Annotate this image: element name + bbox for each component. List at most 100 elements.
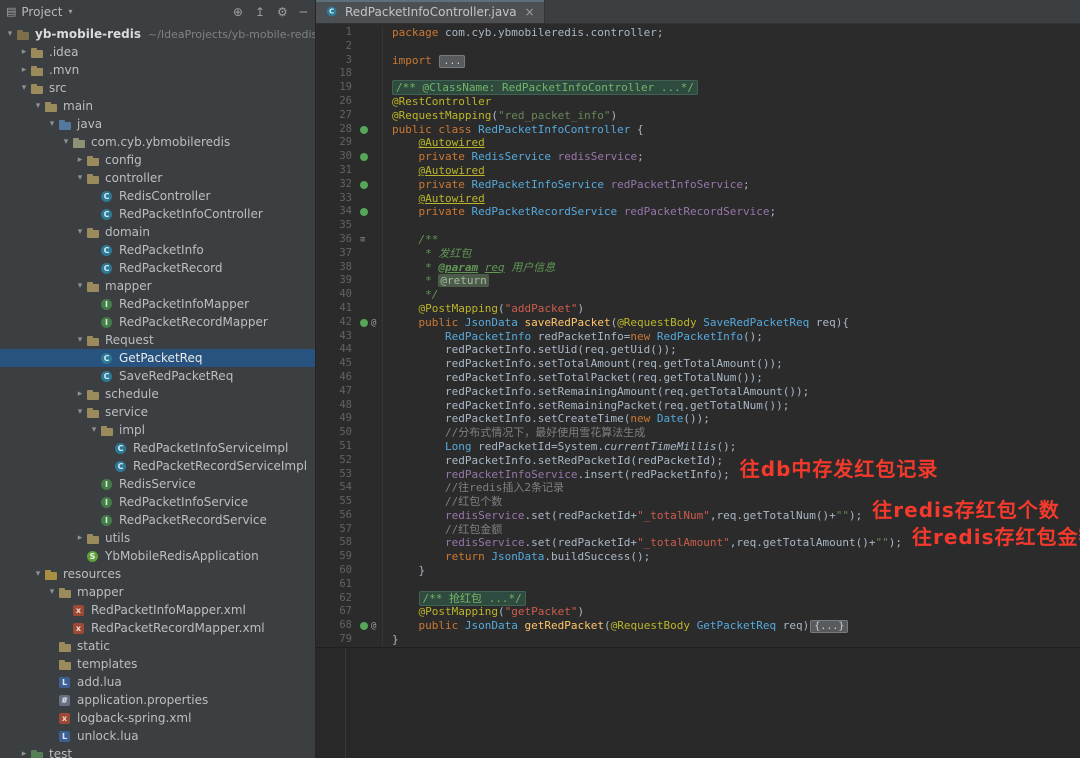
chevron-down-icon[interactable]: ▾ (74, 227, 86, 237)
tree-item-yb-mobile-redis[interactable]: ▾yb-mobile-redis~/IdeaProjects/yb-mobile… (0, 25, 315, 43)
chevron-down-icon[interactable]: ▾ (46, 119, 58, 129)
editor-line-39[interactable]: 39 * @return (316, 274, 1080, 288)
chevron-right-icon[interactable]: ▸ (18, 749, 30, 758)
editor-line-19[interactable]: 19/** @ClassName: RedPacketInfoControlle… (316, 81, 1080, 95)
hide-icon[interactable]: ─ (300, 5, 307, 19)
editor-line-34[interactable]: 34 private RedPacketRecordService redPac… (316, 205, 1080, 219)
tree-item-rediscontroller[interactable]: RedisController (0, 187, 315, 205)
close-icon[interactable]: × (525, 5, 535, 19)
editor-line-2[interactable]: 2 (316, 40, 1080, 54)
tree-item-mapper[interactable]: ▾mapper (0, 583, 315, 601)
tree-item-redpacketrecordserviceimpl[interactable]: RedPacketRecordServiceImpl (0, 457, 315, 475)
chevron-down-icon[interactable]: ▾ (60, 137, 72, 147)
tree-item-redpacketinfomapper-xml[interactable]: RedPacketInfoMapper.xml (0, 601, 315, 619)
locate-icon[interactable]: ⊕ (233, 5, 243, 19)
editor-line-61[interactable]: 61 (316, 578, 1080, 592)
spring-bean-icon[interactable] (360, 319, 368, 327)
editor-line-58[interactable]: 58 redisService.set(redPacketId+"_totalA… (316, 536, 1080, 550)
tree-item-logback-spring-xml[interactable]: logback-spring.xml (0, 709, 315, 727)
tree-item-redpacketrecordmapper-xml[interactable]: RedPacketRecordMapper.xml (0, 619, 315, 637)
tree-item-redpacketinfoservice[interactable]: RedPacketInfoService (0, 493, 315, 511)
tree-item-saveredpacketreq[interactable]: SaveRedPacketReq (0, 367, 315, 385)
editor-line-56[interactable]: 56 redisService.set(redPacketId+"_totalN… (316, 509, 1080, 523)
tree-item-test[interactable]: ▸test (0, 745, 315, 758)
chevron-down-icon[interactable]: ▾ (68, 7, 72, 16)
tree-item-service[interactable]: ▾service (0, 403, 315, 421)
editor-line-50[interactable]: 50 //分布式情况下，最好使用雪花算法生成 (316, 426, 1080, 440)
editor-line-29[interactable]: 29 @Autowired (316, 136, 1080, 150)
editor-line-3[interactable]: 3import ... (316, 54, 1080, 68)
tree-item-application-properties[interactable]: application.properties (0, 691, 315, 709)
tree-item-mapper[interactable]: ▾mapper (0, 277, 315, 295)
chevron-down-icon[interactable]: ▾ (46, 587, 58, 597)
tree-item-redpacketinfoserviceimpl[interactable]: RedPacketInfoServiceImpl (0, 439, 315, 457)
tree-item-controller[interactable]: ▾controller (0, 169, 315, 187)
editor-line-67[interactable]: 67 @PostMapping("getPacket") (316, 605, 1080, 619)
folded-region[interactable]: {...} (810, 620, 848, 633)
annotation-gutter-icon[interactable]: @ (371, 620, 376, 634)
chevron-right-icon[interactable]: ▸ (74, 389, 86, 399)
spring-bean-icon[interactable] (360, 153, 368, 161)
tree-item-redpacketinfomapper[interactable]: RedPacketInfoMapper (0, 295, 315, 313)
chevron-down-icon[interactable]: ▾ (32, 569, 44, 579)
editor-line-59[interactable]: 59 return JsonData.buildSuccess(); (316, 550, 1080, 564)
editor-line-62[interactable]: 62 /** 抢红包 ...*/ (316, 592, 1080, 606)
chevron-right-icon[interactable]: ▸ (18, 65, 30, 75)
editor-line-31[interactable]: 31 @Autowired (316, 164, 1080, 178)
spring-bean-icon[interactable] (360, 126, 368, 134)
code-area[interactable]: 1package com.cyb.ybmobileredis.controlle… (316, 24, 1080, 647)
tree-item-redpacketrecordservice[interactable]: RedPacketRecordService (0, 511, 315, 529)
folded-comment[interactable]: /** @ClassName: RedPacketInfoController … (392, 80, 698, 95)
editor-line-79[interactable]: 79} (316, 633, 1080, 647)
tree-item-templates[interactable]: templates (0, 655, 315, 673)
tree-item-redpacketrecordmapper[interactable]: RedPacketRecordMapper (0, 313, 315, 331)
editor-line-52[interactable]: 52 redPacketInfo.setRedPacketId(redPacke… (316, 454, 1080, 468)
tree-item-impl[interactable]: ▾impl (0, 421, 315, 439)
tree-item-ybmobileredisapplication[interactable]: YbMobileRedisApplication (0, 547, 315, 565)
editor-line-36[interactable]: 36≡ /** (316, 233, 1080, 247)
tree-item-resources[interactable]: ▾resources (0, 565, 315, 583)
editor-line-38[interactable]: 38 * @param req 用户信息 (316, 261, 1080, 275)
tree-item-java[interactable]: ▾java (0, 115, 315, 133)
tree-item-redpacketrecord[interactable]: RedPacketRecord (0, 259, 315, 277)
tree-item-redpacketinfocontroller[interactable]: RedPacketInfoController (0, 205, 315, 223)
folded-comment[interactable]: /** 抢红包 ...*/ (419, 591, 526, 606)
tree-item-schedule[interactable]: ▸schedule (0, 385, 315, 403)
tree-item-src[interactable]: ▾src (0, 79, 315, 97)
folded-region[interactable]: ... (439, 55, 465, 68)
editor-line-40[interactable]: 40 */ (316, 288, 1080, 302)
annotation-gutter-icon[interactable]: @ (371, 317, 376, 331)
editor-line-37[interactable]: 37 * 发红包 (316, 247, 1080, 261)
spring-bean-icon[interactable] (360, 208, 368, 216)
tree-item--idea[interactable]: ▸.idea (0, 43, 315, 61)
editor-line-35[interactable]: 35 (316, 219, 1080, 233)
tree-item-redpacketinfo[interactable]: RedPacketInfo (0, 241, 315, 259)
tree-item-com-cyb-ybmobileredis[interactable]: ▾com.cyb.ybmobileredis (0, 133, 315, 151)
chevron-down-icon[interactable]: ▾ (88, 425, 100, 435)
chevron-right-icon[interactable]: ▸ (18, 47, 30, 57)
chevron-down-icon[interactable]: ▾ (74, 281, 86, 291)
editor-line-60[interactable]: 60 } (316, 564, 1080, 578)
editor-line-53[interactable]: 53 redPacketInfoService.insert(redPacket… (316, 468, 1080, 482)
spring-bean-icon[interactable] (360, 181, 368, 189)
chevron-down-icon[interactable]: ▾ (74, 407, 86, 417)
editor-line-41[interactable]: 41 @PostMapping("addPacket") (316, 302, 1080, 316)
editor-line-43[interactable]: 43 RedPacketInfo redPacketInfo=new RedPa… (316, 330, 1080, 344)
editor-line-47[interactable]: 47 redPacketInfo.setRemainingAmount(req.… (316, 385, 1080, 399)
editor-line-18[interactable]: 18 (316, 67, 1080, 81)
fold-gutter-icon[interactable]: ≡ (360, 234, 365, 248)
editor-line-42[interactable]: 42@ public JsonData saveRedPacket(@Reque… (316, 316, 1080, 330)
tree-item-request[interactable]: ▾Request (0, 331, 315, 349)
editor-line-26[interactable]: 26@RestController (316, 95, 1080, 109)
chevron-down-icon[interactable]: ▾ (4, 29, 16, 39)
editor-line-46[interactable]: 46 redPacketInfo.setTotalPacket(req.getT… (316, 371, 1080, 385)
tree-item-getpacketreq[interactable]: GetPacketReq (0, 349, 315, 367)
settings-icon[interactable]: ⚙ (277, 5, 288, 19)
editor-line-44[interactable]: 44 redPacketInfo.setUid(req.getUid()); (316, 343, 1080, 357)
editor-line-51[interactable]: 51 Long redPacketId=System.currentTimeMi… (316, 440, 1080, 454)
chevron-down-icon[interactable]: ▾ (18, 83, 30, 93)
editor-line-27[interactable]: 27@RequestMapping("red_packet_info") (316, 109, 1080, 123)
editor-line-32[interactable]: 32 private RedPacketInfoService redPacke… (316, 178, 1080, 192)
editor-line-48[interactable]: 48 redPacketInfo.setRemainingPacket(req.… (316, 399, 1080, 413)
tree-item--mvn[interactable]: ▸.mvn (0, 61, 315, 79)
